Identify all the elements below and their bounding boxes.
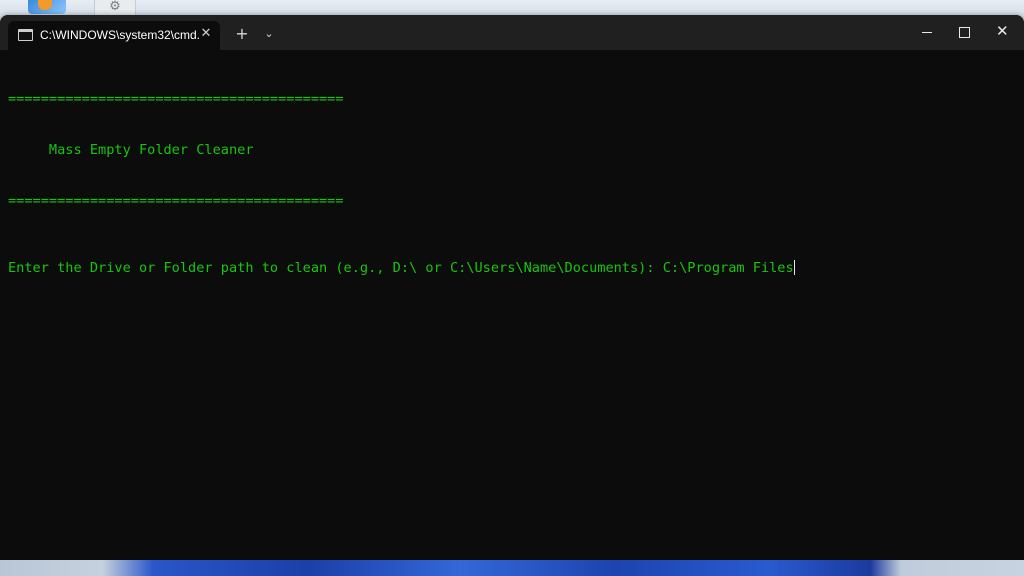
close-icon: ✕ — [996, 22, 1009, 40]
new-tab-button[interactable]: + — [232, 24, 252, 44]
terminal-icon — [18, 29, 33, 41]
path-prompt-line: Enter the Drive or Folder path to clean … — [8, 260, 1018, 277]
close-window-button[interactable]: ✕ — [983, 15, 1024, 48]
separator-line-bottom: ========================================… — [8, 193, 344, 209]
program-heading: Mass Empty Folder Cleaner — [8, 142, 254, 158]
desktop-app-icon[interactable] — [28, 0, 66, 14]
tab-cmd[interactable]: C:\WINDOWS\system32\cmd. ✕ — [8, 21, 220, 50]
desktop-background-top — [0, 0, 1024, 16]
close-tab-icon[interactable]: ✕ — [198, 25, 214, 43]
settings-gear-icon[interactable]: ⚙ — [94, 0, 136, 16]
title-bar[interactable]: C:\WINDOWS\system32\cmd. ✕ + ⌄ ✕ — [0, 15, 1024, 50]
path-input-value[interactable]: C:\Program Files — [663, 260, 794, 276]
minimize-icon — [922, 32, 932, 33]
maximize-icon — [959, 27, 970, 38]
separator-line-top: ========================================… — [8, 91, 344, 107]
maximize-button[interactable] — [943, 15, 985, 48]
console-output[interactable]: ========================================… — [8, 57, 1018, 311]
minimize-button[interactable] — [906, 15, 948, 48]
tab-title: C:\WINDOWS\system32\cmd. — [40, 28, 201, 42]
chevron-down-icon[interactable]: ⌄ — [259, 24, 279, 44]
text-cursor — [793, 260, 795, 275]
desktop-background-bottom — [0, 560, 1024, 576]
terminal-window: C:\WINDOWS\system32\cmd. ✕ + ⌄ ✕ =======… — [0, 15, 1024, 560]
path-prompt-text: Enter the Drive or Folder path to clean … — [8, 260, 663, 276]
